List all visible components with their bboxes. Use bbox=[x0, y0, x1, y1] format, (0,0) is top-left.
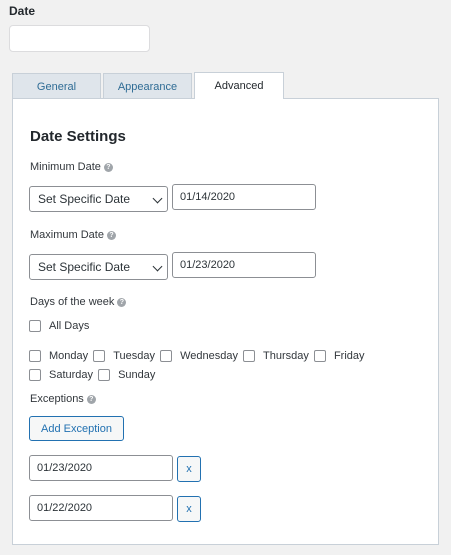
section-heading: Date Settings bbox=[30, 128, 126, 145]
day-option-tuesday[interactable]: Tuesday bbox=[93, 348, 155, 364]
day-label: Wednesday bbox=[180, 350, 238, 362]
weekday-options: Monday Tuesday Wednesday Thursday Friday… bbox=[29, 348, 399, 386]
field-label: Date bbox=[9, 4, 36, 18]
day-checkbox[interactable] bbox=[98, 369, 111, 381]
exceptions-label-text: Exceptions bbox=[30, 393, 84, 405]
remove-exception-button[interactable]: x bbox=[177, 456, 201, 482]
maximum-date-input[interactable]: 01/23/2020 bbox=[172, 252, 316, 278]
add-exception-button[interactable]: Add Exception bbox=[29, 416, 124, 441]
help-icon[interactable]: ? bbox=[103, 162, 113, 172]
day-option-friday[interactable]: Friday bbox=[313, 348, 365, 364]
day-checkbox[interactable] bbox=[313, 350, 326, 362]
remove-exception-button[interactable]: x bbox=[177, 496, 201, 522]
tab-general[interactable]: General bbox=[12, 73, 101, 99]
day-label: Monday bbox=[49, 350, 89, 362]
all-days-option[interactable]: All Days bbox=[29, 320, 89, 332]
chevron-down-icon bbox=[152, 261, 163, 272]
help-icon[interactable]: ? bbox=[106, 230, 116, 240]
exception-date-input[interactable]: 01/23/2020 bbox=[29, 455, 173, 481]
form-field-settings: Date General Appearance Advanced Date Se… bbox=[0, 0, 451, 555]
exceptions-label: Exceptions ? bbox=[30, 393, 96, 405]
minimum-date-mode-value: Set Specific Date bbox=[38, 192, 131, 206]
chevron-down-icon bbox=[152, 193, 163, 204]
day-label: Thursday bbox=[263, 350, 309, 362]
days-of-week-label-text: Days of the week bbox=[30, 296, 115, 308]
day-checkbox[interactable] bbox=[160, 350, 173, 362]
day-option-sunday[interactable]: Sunday bbox=[98, 367, 155, 383]
all-days-label: All Days bbox=[49, 320, 90, 332]
day-checkbox[interactable] bbox=[243, 350, 256, 362]
day-label: Friday bbox=[333, 350, 365, 362]
day-checkbox[interactable] bbox=[93, 350, 106, 362]
day-label: Tuesday bbox=[113, 350, 155, 362]
minimum-date-label: Minimum Date ? bbox=[30, 161, 113, 173]
date-preview-input[interactable] bbox=[9, 25, 150, 52]
day-label: Saturday bbox=[49, 369, 94, 381]
maximum-date-mode-select[interactable]: Set Specific Date bbox=[29, 254, 168, 280]
minimum-date-label-text: Minimum Date bbox=[30, 161, 101, 173]
minimum-date-mode-select[interactable]: Set Specific Date bbox=[29, 186, 168, 212]
settings-tabs: General Appearance Advanced bbox=[12, 72, 286, 99]
tab-advanced[interactable]: Advanced bbox=[194, 72, 284, 99]
tab-appearance[interactable]: Appearance bbox=[103, 73, 192, 99]
minimum-date-input[interactable]: 01/14/2020 bbox=[172, 184, 316, 210]
day-option-saturday[interactable]: Saturday bbox=[29, 367, 93, 383]
day-checkbox[interactable] bbox=[29, 350, 41, 362]
maximum-date-mode-value: Set Specific Date bbox=[38, 260, 131, 274]
day-checkbox[interactable] bbox=[29, 369, 41, 381]
exception-date-input[interactable]: 01/22/2020 bbox=[29, 495, 173, 521]
day-option-wednesday[interactable]: Wednesday bbox=[160, 348, 238, 364]
days-of-week-label: Days of the week ? bbox=[30, 296, 127, 308]
maximum-date-label: Maximum Date ? bbox=[30, 229, 116, 241]
maximum-date-label-text: Maximum Date bbox=[30, 229, 104, 241]
help-icon[interactable]: ? bbox=[86, 394, 96, 404]
day-option-thursday[interactable]: Thursday bbox=[243, 348, 309, 364]
help-icon[interactable]: ? bbox=[117, 297, 127, 307]
day-label: Sunday bbox=[118, 369, 156, 381]
day-option-monday[interactable]: Monday bbox=[29, 348, 88, 364]
all-days-checkbox[interactable] bbox=[29, 320, 41, 332]
